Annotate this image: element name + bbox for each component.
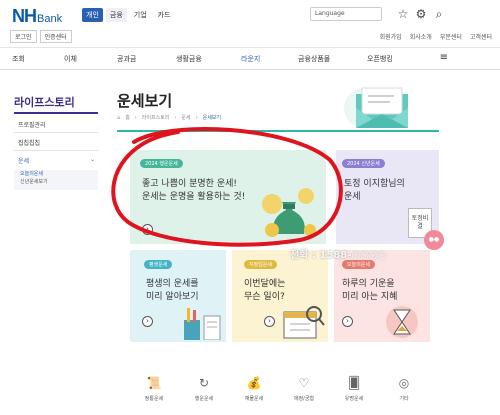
- red-circle-annotation: [111, 127, 343, 247]
